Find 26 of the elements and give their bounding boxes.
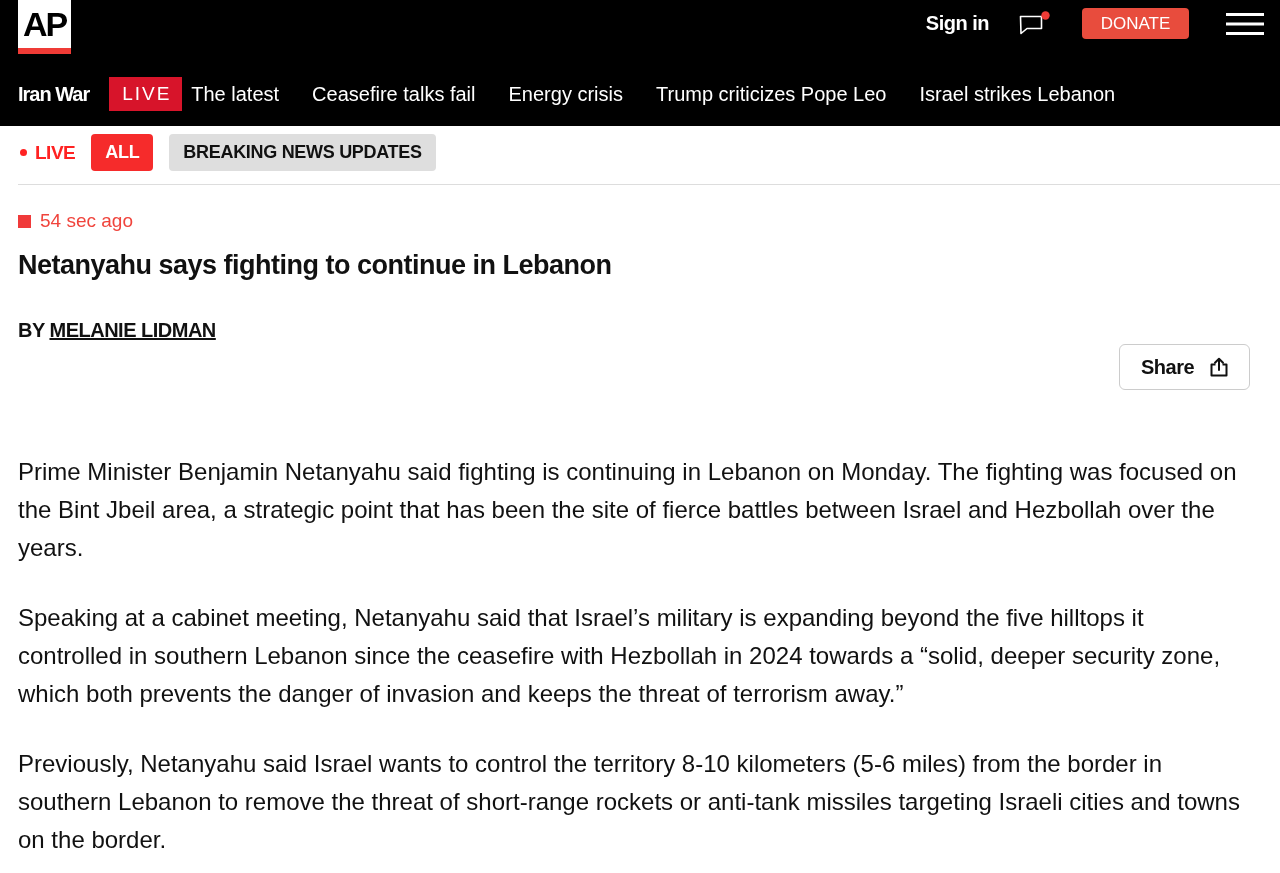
section-link[interactable]: Iran War: [18, 82, 90, 106]
author-link[interactable]: MELANIE LIDMAN: [49, 319, 216, 341]
nav-link[interactable]: Ceasefire talks fail: [312, 82, 476, 106]
square-icon: [18, 214, 31, 228]
filter-tab[interactable]: BREAKING NEWS UPDATES: [169, 134, 436, 171]
chat-icon[interactable]: [1019, 10, 1050, 37]
share-icon: [1210, 357, 1229, 377]
dot-icon: [20, 149, 27, 156]
nav-link[interactable]: Energy crisis: [508, 82, 623, 106]
logo[interactable]: AP: [18, 0, 71, 54]
byline: BY MELANIE LIDMAN: [18, 318, 217, 342]
nav-link[interactable]: Israel strikes Lebanon: [919, 82, 1116, 106]
donate-button[interactable]: DONATE: [1082, 8, 1189, 39]
article-paragraph: Speaking at a cabinet meeting, Netanyahu said that Israel’s military is expanding beyond the five hilltops it controlled in southern Lebanon since the ceasefire with Hezbollah in 2024 towards a “solid, deeper security zone, which both prevents the danger of invasion and keeps the threat of terrorism away.”: [18, 603, 1222, 709]
filter-tab[interactable]: ALL: [91, 134, 154, 171]
article-paragraph: Previously, Netanyahu said Israel wants to control the territory 8-10 kilometers (5-6 miles) from the border in southern Lebanon to remove the threat of short-range rockets or anti-tank missiles targeting Israeli cities and towns on the border.: [18, 749, 1241, 855]
timestamp: 54 sec ago: [40, 210, 133, 232]
live-badge: LIVE: [109, 77, 183, 111]
share-button[interactable]: Share: [1119, 344, 1250, 390]
live-label: LIVE: [35, 141, 76, 164]
menu-icon[interactable]: [1226, 12, 1264, 35]
article-paragraph: Prime Minister Benjamin Netanyahu said fighting is continuing in Lebanon on Monday. The fighting was focused on the Bint Jbeil area, a strategic point that has been the site of fierce battles between Israel and Hezbollah over the years.: [18, 457, 1238, 563]
headline: Netanyahu says fighting to continue in Lebanon: [18, 249, 613, 282]
nav-link[interactable]: The latest: [191, 82, 280, 106]
sign-in-link[interactable]: Sign in: [925, 12, 989, 35]
nav-link[interactable]: Trump criticizes Pope Leo: [656, 82, 887, 106]
